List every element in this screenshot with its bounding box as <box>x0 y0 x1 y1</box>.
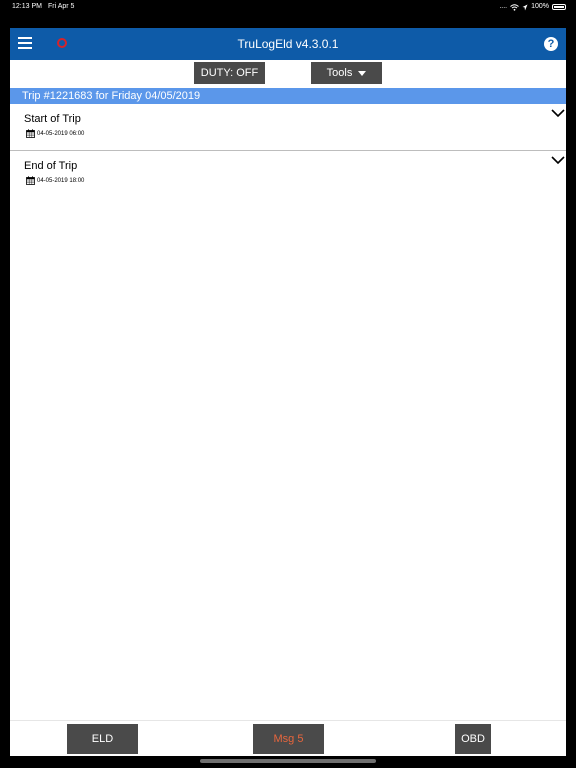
help-icon[interactable]: ? <box>544 37 558 51</box>
trip-row-datetime: 04-05-2019 06:00 <box>26 129 84 138</box>
status-bar: 12:13 PM Fri Apr 5 .... 100% <box>0 0 576 14</box>
duty-status-button[interactable]: DUTY: OFF <box>194 62 265 84</box>
eld-button[interactable]: ELD <box>67 724 138 754</box>
trip-row-datetime: 04-05-2019 18:00 <box>26 176 84 185</box>
trip-row-start[interactable]: Start of Trip 04-05-2019 06:00 <box>10 104 566 149</box>
calendar-icon <box>26 129 35 138</box>
obd-button[interactable]: OBD <box>455 724 491 754</box>
battery-percent: 100% <box>531 3 549 10</box>
status-date: Fri Apr 5 <box>48 3 75 10</box>
trip-header: Trip #1221683 for Friday 04/05/2019 <box>10 88 566 104</box>
status-right: .... 100% <box>499 0 566 14</box>
trip-row-title: Start of Trip <box>24 113 81 125</box>
caret-down-icon <box>358 70 367 76</box>
chevron-down-icon[interactable] <box>551 155 565 165</box>
bottom-bar: ELD Msg 5 OBD <box>10 720 566 756</box>
status-time: 12:13 PM <box>12 3 42 10</box>
tools-label: Tools <box>326 67 353 79</box>
location-icon <box>522 4 528 10</box>
calendar-icon <box>26 176 35 185</box>
trip-row-date: 04-05-2019 18:00 <box>37 177 85 184</box>
messages-button[interactable]: Msg 5 <box>253 724 324 754</box>
toolbar: DUTY: OFF Tools <box>10 62 566 84</box>
battery-icon <box>552 4 566 10</box>
chevron-down-icon[interactable] <box>551 108 565 118</box>
home-indicator[interactable] <box>200 759 376 763</box>
tools-dropdown-button[interactable]: Tools <box>311 62 382 84</box>
wifi-icon <box>510 3 519 11</box>
signal-dots: .... <box>499 3 508 10</box>
app-title: TruLogEld v4.3.0.1 <box>237 37 339 51</box>
trip-row-end[interactable]: End of Trip 04-05-2019 18:00 <box>10 150 566 196</box>
app-window: TruLogEld v4.3.0.1 ? DUTY: OFF Tools Tri… <box>10 28 566 756</box>
trip-row-date: 04-05-2019 06:00 <box>37 130 85 137</box>
nav-bar: TruLogEld v4.3.0.1 ? <box>10 28 566 60</box>
trip-row-title: End of Trip <box>24 160 78 172</box>
